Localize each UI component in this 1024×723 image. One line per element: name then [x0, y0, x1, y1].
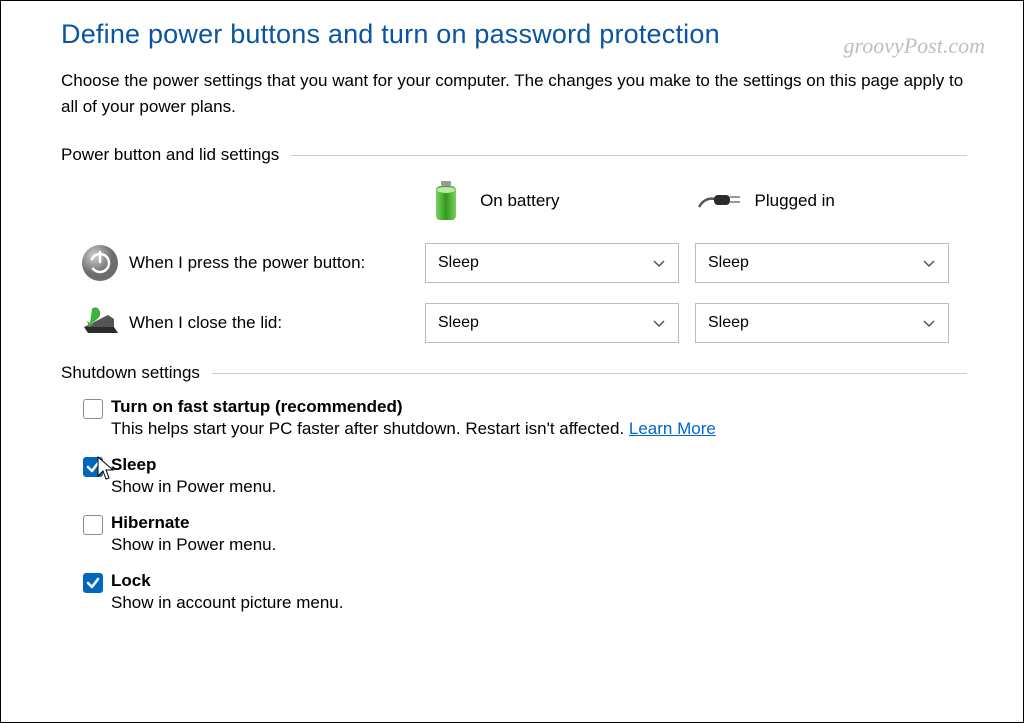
divider — [212, 373, 967, 374]
chevron-down-icon — [652, 256, 666, 270]
section-header-power-lid: Power button and lid settings — [61, 145, 967, 165]
dropdown-value: Sleep — [708, 314, 749, 332]
shutdown-title: Lock — [111, 571, 343, 591]
dropdown-value: Sleep — [438, 314, 479, 332]
shutdown-title: Hibernate — [111, 513, 276, 533]
shutdown-desc-text: This helps start your PC faster after sh… — [111, 419, 629, 438]
power-button-icon — [75, 243, 125, 283]
shutdown-item-hibernate: Hibernate Show in Power menu. — [83, 513, 967, 555]
chevron-down-icon — [652, 316, 666, 330]
checkbox-hibernate[interactable] — [83, 515, 103, 535]
row-label-power-button: When I press the power button: — [125, 253, 425, 273]
shutdown-desc: Show in account picture menu. — [111, 593, 343, 613]
dropdown-close-lid-battery[interactable]: Sleep — [425, 303, 679, 343]
checkbox-lock[interactable] — [83, 573, 103, 593]
shutdown-title: Sleep — [111, 455, 276, 475]
column-label-plugged: Plugged in — [755, 191, 835, 211]
row-close-lid: When I close the lid: Sleep Sleep — [75, 303, 967, 343]
dropdown-power-button-plugged[interactable]: Sleep — [695, 243, 949, 283]
learn-more-link[interactable]: Learn More — [629, 419, 716, 438]
dropdown-power-button-battery[interactable]: Sleep — [425, 243, 679, 283]
close-lid-icon — [75, 305, 125, 341]
dropdown-close-lid-plugged[interactable]: Sleep — [695, 303, 949, 343]
checkbox-sleep[interactable] — [83, 457, 103, 477]
shutdown-item-lock: Lock Show in account picture menu. — [83, 571, 967, 613]
battery-icon — [418, 179, 474, 223]
chevron-down-icon — [922, 316, 936, 330]
checkbox-fast-startup[interactable] — [83, 399, 103, 419]
column-header-plugged: Plugged in — [693, 179, 967, 223]
shutdown-desc: Show in Power menu. — [111, 535, 276, 555]
section-header-shutdown: Shutdown settings — [61, 363, 967, 383]
power-lid-table: On battery Plugged in — [75, 179, 967, 343]
column-label-battery: On battery — [480, 191, 559, 211]
section-label-shutdown: Shutdown settings — [61, 363, 200, 383]
page-title: Define power buttons and turn on passwor… — [61, 19, 967, 50]
shutdown-item-fast-startup: Turn on fast startup (recommended) This … — [83, 397, 967, 439]
spacer — [75, 179, 418, 223]
shutdown-settings-list: Turn on fast startup (recommended) This … — [83, 397, 967, 613]
divider — [291, 155, 967, 156]
column-header-battery: On battery — [418, 179, 692, 223]
section-label-power-lid: Power button and lid settings — [61, 145, 279, 165]
row-label-close-lid: When I close the lid: — [125, 313, 425, 333]
column-headers-row: On battery Plugged in — [75, 179, 967, 223]
dropdown-value: Sleep — [438, 254, 479, 272]
chevron-down-icon — [922, 256, 936, 270]
page-description: Choose the power settings that you want … — [61, 68, 967, 119]
plug-icon — [693, 187, 749, 215]
shutdown-desc: Show in Power menu. — [111, 477, 276, 497]
shutdown-desc: This helps start your PC faster after sh… — [111, 419, 716, 439]
shutdown-item-sleep: Sleep Show in Power menu. — [83, 455, 967, 497]
dropdown-value: Sleep — [708, 254, 749, 272]
shutdown-title: Turn on fast startup (recommended) — [111, 397, 716, 417]
row-power-button: When I press the power button: Sleep Sle… — [75, 243, 967, 283]
